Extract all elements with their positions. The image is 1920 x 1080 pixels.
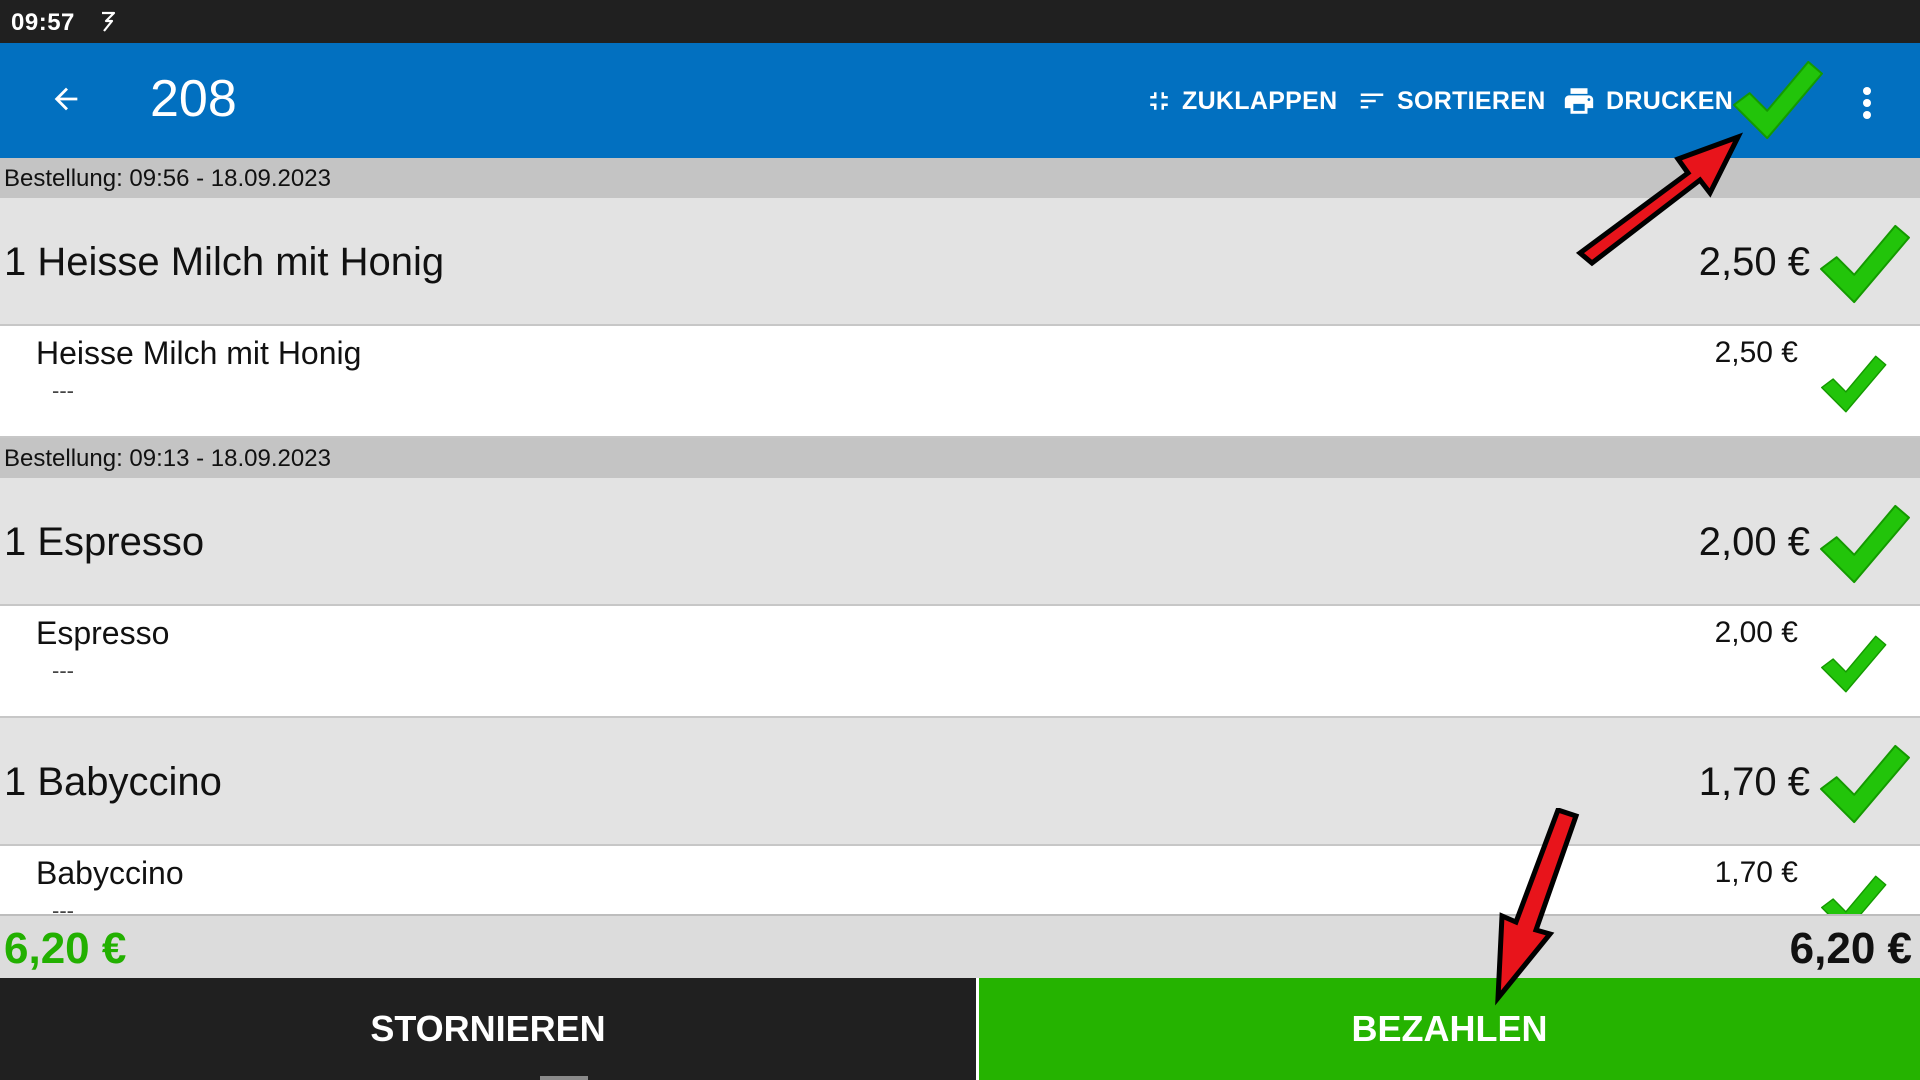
printer-icon bbox=[1564, 88, 1594, 114]
total-bar: 6,20 € 6,20 € bbox=[0, 914, 1920, 978]
item-name: 1 Babyccino bbox=[4, 760, 222, 804]
order-list: Bestellung: 09:56 - 18.09.2023 1 Heisse … bbox=[0, 158, 1920, 914]
item-price: 1,70 € bbox=[1698, 760, 1810, 804]
sort-icon bbox=[1360, 93, 1384, 109]
cancel-button[interactable]: STORNIEREN bbox=[0, 978, 976, 1080]
print-label: DRUCKEN bbox=[1606, 86, 1734, 115]
notification-icon bbox=[102, 11, 116, 32]
sub-item-note: --- bbox=[52, 898, 74, 914]
item-row[interactable]: 1 Heisse Milch mit Honig 2,50 € bbox=[0, 198, 1920, 326]
status-time: 09:57 bbox=[11, 9, 75, 36]
collapse-label: ZUKLAPPEN bbox=[1182, 86, 1338, 115]
sort-button[interactable]: SORTIEREN bbox=[1355, 83, 1546, 119]
checkmark-icon[interactable] bbox=[1816, 352, 1890, 416]
page-title: 208 bbox=[150, 70, 237, 128]
app-toolbar: 208 ZUKLAPPEN SORTIEREN DRUCKEN bbox=[0, 43, 1920, 158]
sub-item-price: 2,00 € bbox=[1714, 616, 1798, 649]
item-row[interactable]: 1 Espresso 2,00 € bbox=[0, 478, 1920, 606]
back-button[interactable] bbox=[38, 71, 94, 127]
collapse-button[interactable]: ZUKLAPPEN bbox=[1144, 83, 1337, 119]
sub-item-price: 2,50 € bbox=[1714, 336, 1798, 369]
collapse-icon bbox=[1150, 92, 1168, 110]
order-total: 6,20 € bbox=[1789, 924, 1912, 973]
sub-item-row[interactable]: Heisse Milch mit Honig --- 2,50 € bbox=[0, 326, 1920, 438]
sub-item-name: Espresso bbox=[36, 615, 170, 651]
sub-item-row[interactable]: Babyccino --- 1,70 € bbox=[0, 846, 1920, 914]
sub-item-note: --- bbox=[52, 658, 74, 683]
selected-total: 6,20 € bbox=[4, 924, 127, 973]
order-header: Bestellung: 09:13 - 18.09.2023 bbox=[0, 438, 1920, 478]
more-vert-icon bbox=[1863, 87, 1871, 119]
order-header: Bestellung: 09:56 - 18.09.2023 bbox=[0, 158, 1920, 198]
checkmark-icon[interactable] bbox=[1814, 740, 1914, 828]
item-name: 1 Espresso bbox=[4, 520, 205, 564]
nav-handle bbox=[540, 1076, 588, 1080]
checkmark-icon[interactable] bbox=[1816, 872, 1890, 914]
more-options-button[interactable] bbox=[1850, 78, 1884, 128]
item-price: 2,50 € bbox=[1698, 240, 1810, 284]
checkmark-icon[interactable] bbox=[1816, 632, 1890, 696]
status-bar: 09:57 bbox=[0, 0, 1920, 43]
checkmark-icon[interactable] bbox=[1814, 500, 1914, 588]
sub-item-note: --- bbox=[52, 378, 74, 403]
pay-button[interactable]: BEZAHLEN bbox=[979, 978, 1920, 1080]
sub-item-row[interactable]: Espresso --- 2,00 € bbox=[0, 606, 1920, 718]
sub-item-name: Heisse Milch mit Honig bbox=[36, 335, 362, 371]
print-button[interactable]: DRUCKEN bbox=[1560, 83, 1733, 119]
confirm-all-checkmark-icon[interactable] bbox=[1728, 56, 1826, 144]
back-arrow-icon bbox=[54, 87, 78, 111]
sub-item-price: 1,70 € bbox=[1714, 856, 1798, 889]
sort-label: SORTIEREN bbox=[1397, 86, 1546, 115]
item-price: 2,00 € bbox=[1698, 520, 1810, 564]
item-name: 1 Heisse Milch mit Honig bbox=[4, 240, 445, 284]
item-row[interactable]: 1 Babyccino 1,70 € bbox=[0, 718, 1920, 846]
checkmark-icon[interactable] bbox=[1814, 220, 1914, 308]
sub-item-name: Babyccino bbox=[36, 855, 184, 891]
